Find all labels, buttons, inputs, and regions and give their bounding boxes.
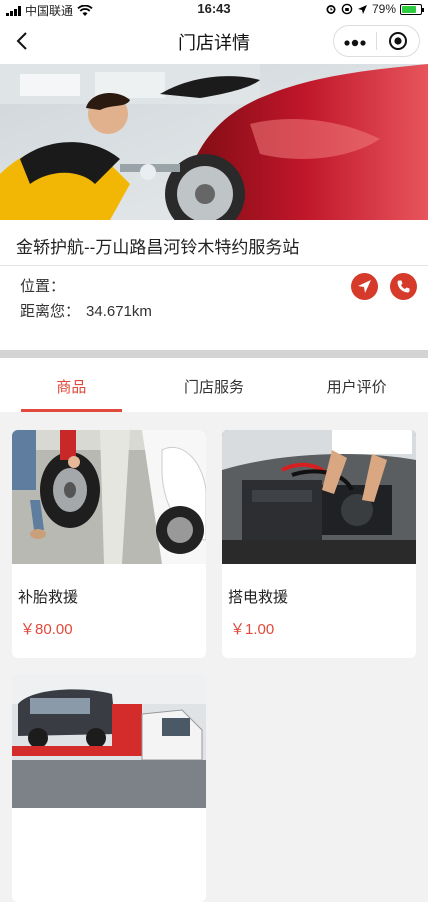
tab-user-reviews[interactable]: 用户评价 <box>285 358 428 412</box>
phone-icon <box>397 280 410 293</box>
product-card[interactable]: 补胎救援 ￥80.00 <box>12 430 206 658</box>
location-label: 位置： <box>20 278 66 295</box>
store-name-row: 金轿护航--万山路昌河铃木特约服务站 <box>0 220 428 266</box>
more-button[interactable] <box>334 31 376 51</box>
product-image-tire-repair <box>12 430 206 564</box>
product-price: ￥80.00 <box>20 621 73 638</box>
more-dots-icon <box>344 39 366 47</box>
store-banner-image <box>0 64 428 220</box>
store-name: 金轿护航--万山路昌河铃木特约服务站 <box>16 238 300 257</box>
status-right: 79% <box>325 2 424 16</box>
section-divider <box>0 350 428 358</box>
distance-value: 34.671km <box>86 303 152 320</box>
distance-row: 距离您： 34.671km <box>20 300 152 321</box>
battery-icon <box>400 3 424 15</box>
tab-products[interactable]: 商品 <box>0 358 143 412</box>
distance-label: 距离您： <box>20 303 81 320</box>
target-icon <box>389 32 407 50</box>
navigation-arrow-icon <box>358 280 371 293</box>
call-button[interactable] <box>390 273 417 300</box>
store-location-info: 位置： 距离您： 34.671km <box>0 266 428 350</box>
product-card[interactable] <box>12 674 206 902</box>
status-bar: 中国联通 16:43 79% <box>0 0 428 18</box>
rotation-lock-icon <box>341 3 353 15</box>
alarm-icon <box>326 5 336 14</box>
product-image-tow-truck <box>12 674 206 808</box>
product-name: 搭电救援 <box>228 589 289 606</box>
close-miniprogram-button[interactable] <box>377 31 419 51</box>
product-name: 补胎救援 <box>18 589 79 606</box>
tab-store-services[interactable]: 门店服务 <box>143 358 286 412</box>
store-tabs: 商品 门店服务 用户评价 <box>0 358 428 412</box>
battery-percent: 79% <box>371 2 396 16</box>
navigation-bar: 门店详情 <box>0 18 428 64</box>
product-card[interactable]: 搭电救援 ￥1.00 <box>222 430 416 658</box>
navigate-button[interactable] <box>351 273 378 300</box>
product-price: ￥1.00 <box>230 621 275 638</box>
product-image-jump-start <box>222 430 416 564</box>
location-arrow-icon <box>357 4 367 14</box>
miniprogram-capsule <box>333 25 420 57</box>
